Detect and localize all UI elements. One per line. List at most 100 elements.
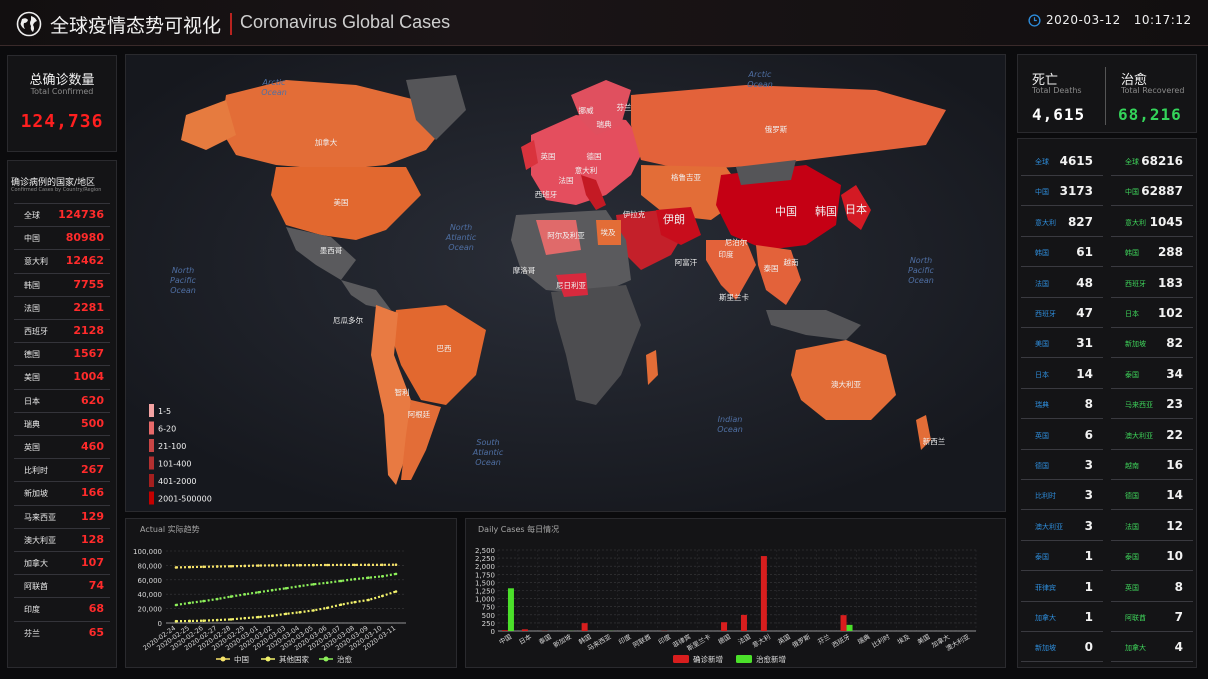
- recovered-row[interactable]: 法国 12: [1111, 513, 1193, 541]
- data-point[interactable]: [325, 606, 329, 610]
- data-point[interactable]: [257, 590, 260, 594]
- data-point[interactable]: [174, 603, 178, 607]
- data-point[interactable]: [270, 588, 274, 592]
- data-point[interactable]: [353, 600, 357, 604]
- data-point[interactable]: [270, 614, 274, 618]
- data-point[interactable]: [312, 609, 315, 612]
- bar[interactable]: [501, 630, 508, 631]
- deaths-row[interactable]: 澳大利亚 3: [1021, 513, 1103, 541]
- data-point[interactable]: [380, 594, 384, 598]
- confirmed-row[interactable]: 马来西亚 129: [8, 506, 118, 529]
- confirmed-row[interactable]: 全球 124736: [8, 204, 118, 227]
- data-point[interactable]: [339, 579, 343, 583]
- data-point[interactable]: [325, 581, 329, 585]
- data-point[interactable]: [188, 619, 192, 623]
- world-map[interactable]: Arctic Ocean Arctic Ocean North Pacific Ocean N…: [126, 55, 1006, 512]
- data-point[interactable]: [284, 612, 288, 616]
- data-point[interactable]: [312, 582, 315, 586]
- confirmed-row[interactable]: 瑞典 500: [8, 413, 118, 436]
- data-point[interactable]: [243, 564, 247, 568]
- recovered-row[interactable]: 新加坡 82: [1111, 330, 1193, 359]
- confirmed-row[interactable]: 意大利 12462: [8, 250, 118, 273]
- deaths-row[interactable]: 比利时 3: [1021, 482, 1103, 511]
- confirmed-row[interactable]: 阿联酋 74: [8, 575, 118, 598]
- bar[interactable]: [581, 623, 588, 631]
- data-point[interactable]: [243, 616, 247, 620]
- recovered-row[interactable]: 德国 14: [1111, 482, 1193, 511]
- deaths-row[interactable]: 韩国 61: [1021, 239, 1103, 268]
- deaths-row[interactable]: 英国 6: [1021, 422, 1103, 450]
- data-point[interactable]: [367, 576, 370, 580]
- deaths-row[interactable]: 加拿大 1: [1021, 604, 1103, 632]
- recovered-row[interactable]: 全球 68216: [1111, 148, 1193, 176]
- data-point[interactable]: [257, 564, 260, 567]
- data-point[interactable]: [298, 610, 302, 614]
- confirmed-row[interactable]: 加拿大 107: [8, 552, 118, 575]
- bar[interactable]: [740, 614, 747, 631]
- confirmed-row[interactable]: 德国 1567: [8, 343, 118, 366]
- confirmed-row[interactable]: 芬兰 65: [8, 622, 118, 645]
- confirmed-row[interactable]: 西班牙 2128: [8, 320, 118, 343]
- deaths-row[interactable]: 德国 3: [1021, 452, 1103, 480]
- data-point[interactable]: [312, 563, 315, 567]
- data-point[interactable]: [394, 590, 398, 593]
- data-point[interactable]: [353, 563, 357, 567]
- data-point[interactable]: [380, 563, 384, 567]
- data-point[interactable]: [394, 563, 398, 566]
- bar[interactable]: [846, 624, 853, 631]
- deaths-row[interactable]: 西班牙 47: [1021, 300, 1103, 328]
- data-point[interactable]: [284, 563, 288, 567]
- data-point[interactable]: [188, 601, 192, 605]
- deaths-row[interactable]: 菲律宾 1: [1021, 574, 1103, 602]
- confirmed-row[interactable]: 比利时 267: [8, 459, 118, 482]
- deaths-row[interactable]: 中国 3173: [1021, 178, 1103, 207]
- recovered-row[interactable]: 中国 62887: [1111, 178, 1193, 207]
- series-line[interactable]: [175, 590, 397, 623]
- data-point[interactable]: [202, 565, 205, 569]
- data-point[interactable]: [188, 565, 192, 569]
- confirmed-row[interactable]: 印度 68: [8, 598, 118, 621]
- deaths-row[interactable]: 美国 31: [1021, 330, 1103, 359]
- data-point[interactable]: [229, 564, 233, 568]
- confirmed-row[interactable]: 韩国 7755: [8, 274, 118, 297]
- data-point[interactable]: [202, 619, 205, 622]
- trend-chart[interactable]: 020,00040,00060,00080,000100,0002020-02-…: [126, 519, 458, 669]
- recovered-row[interactable]: 阿联酋 7: [1111, 604, 1193, 632]
- data-point[interactable]: [298, 563, 302, 567]
- data-point[interactable]: [229, 595, 233, 598]
- data-point[interactable]: [325, 563, 329, 567]
- data-point[interactable]: [367, 563, 370, 567]
- deaths-row[interactable]: 全球 4615: [1021, 148, 1103, 176]
- confirmed-row[interactable]: 美国 1004: [8, 366, 118, 389]
- deaths-row[interactable]: 法国 48: [1021, 270, 1103, 298]
- data-point[interactable]: [270, 564, 274, 567]
- deaths-row[interactable]: 意大利 827: [1021, 209, 1103, 237]
- data-point[interactable]: [367, 598, 370, 602]
- data-point[interactable]: [215, 565, 219, 568]
- recovered-row[interactable]: 泰国 34: [1111, 361, 1193, 389]
- confirmed-row[interactable]: 新加坡 166: [8, 482, 118, 505]
- recovered-row[interactable]: 韩国 288: [1111, 239, 1193, 268]
- recovered-row[interactable]: 西班牙 183: [1111, 270, 1193, 298]
- recovered-row[interactable]: 日本 102: [1111, 300, 1193, 328]
- data-point[interactable]: [353, 577, 357, 581]
- daily-chart[interactable]: 02505007501,0001,2501,5001,7502,0002,250…: [466, 519, 1007, 669]
- data-point[interactable]: [339, 563, 343, 567]
- data-point[interactable]: [394, 572, 398, 576]
- data-point[interactable]: [298, 584, 302, 588]
- data-point[interactable]: [174, 566, 178, 569]
- recovered-row[interactable]: 马来西亚 23: [1111, 391, 1193, 420]
- confirmed-row[interactable]: 日本 620: [8, 390, 118, 413]
- recovered-row[interactable]: 英国 8: [1111, 574, 1193, 602]
- recovered-row[interactable]: 越南 16: [1111, 452, 1193, 480]
- data-point[interactable]: [339, 603, 343, 606]
- bar[interactable]: [760, 556, 767, 631]
- data-point[interactable]: [243, 593, 247, 596]
- recovered-row[interactable]: 意大利 1045: [1111, 209, 1193, 237]
- data-point[interactable]: [284, 586, 288, 590]
- data-point[interactable]: [174, 619, 178, 623]
- data-point[interactable]: [215, 597, 219, 601]
- data-point[interactable]: [380, 575, 384, 578]
- deaths-row[interactable]: 瑞典 8: [1021, 391, 1103, 420]
- confirmed-row[interactable]: 法国 2281: [8, 297, 118, 320]
